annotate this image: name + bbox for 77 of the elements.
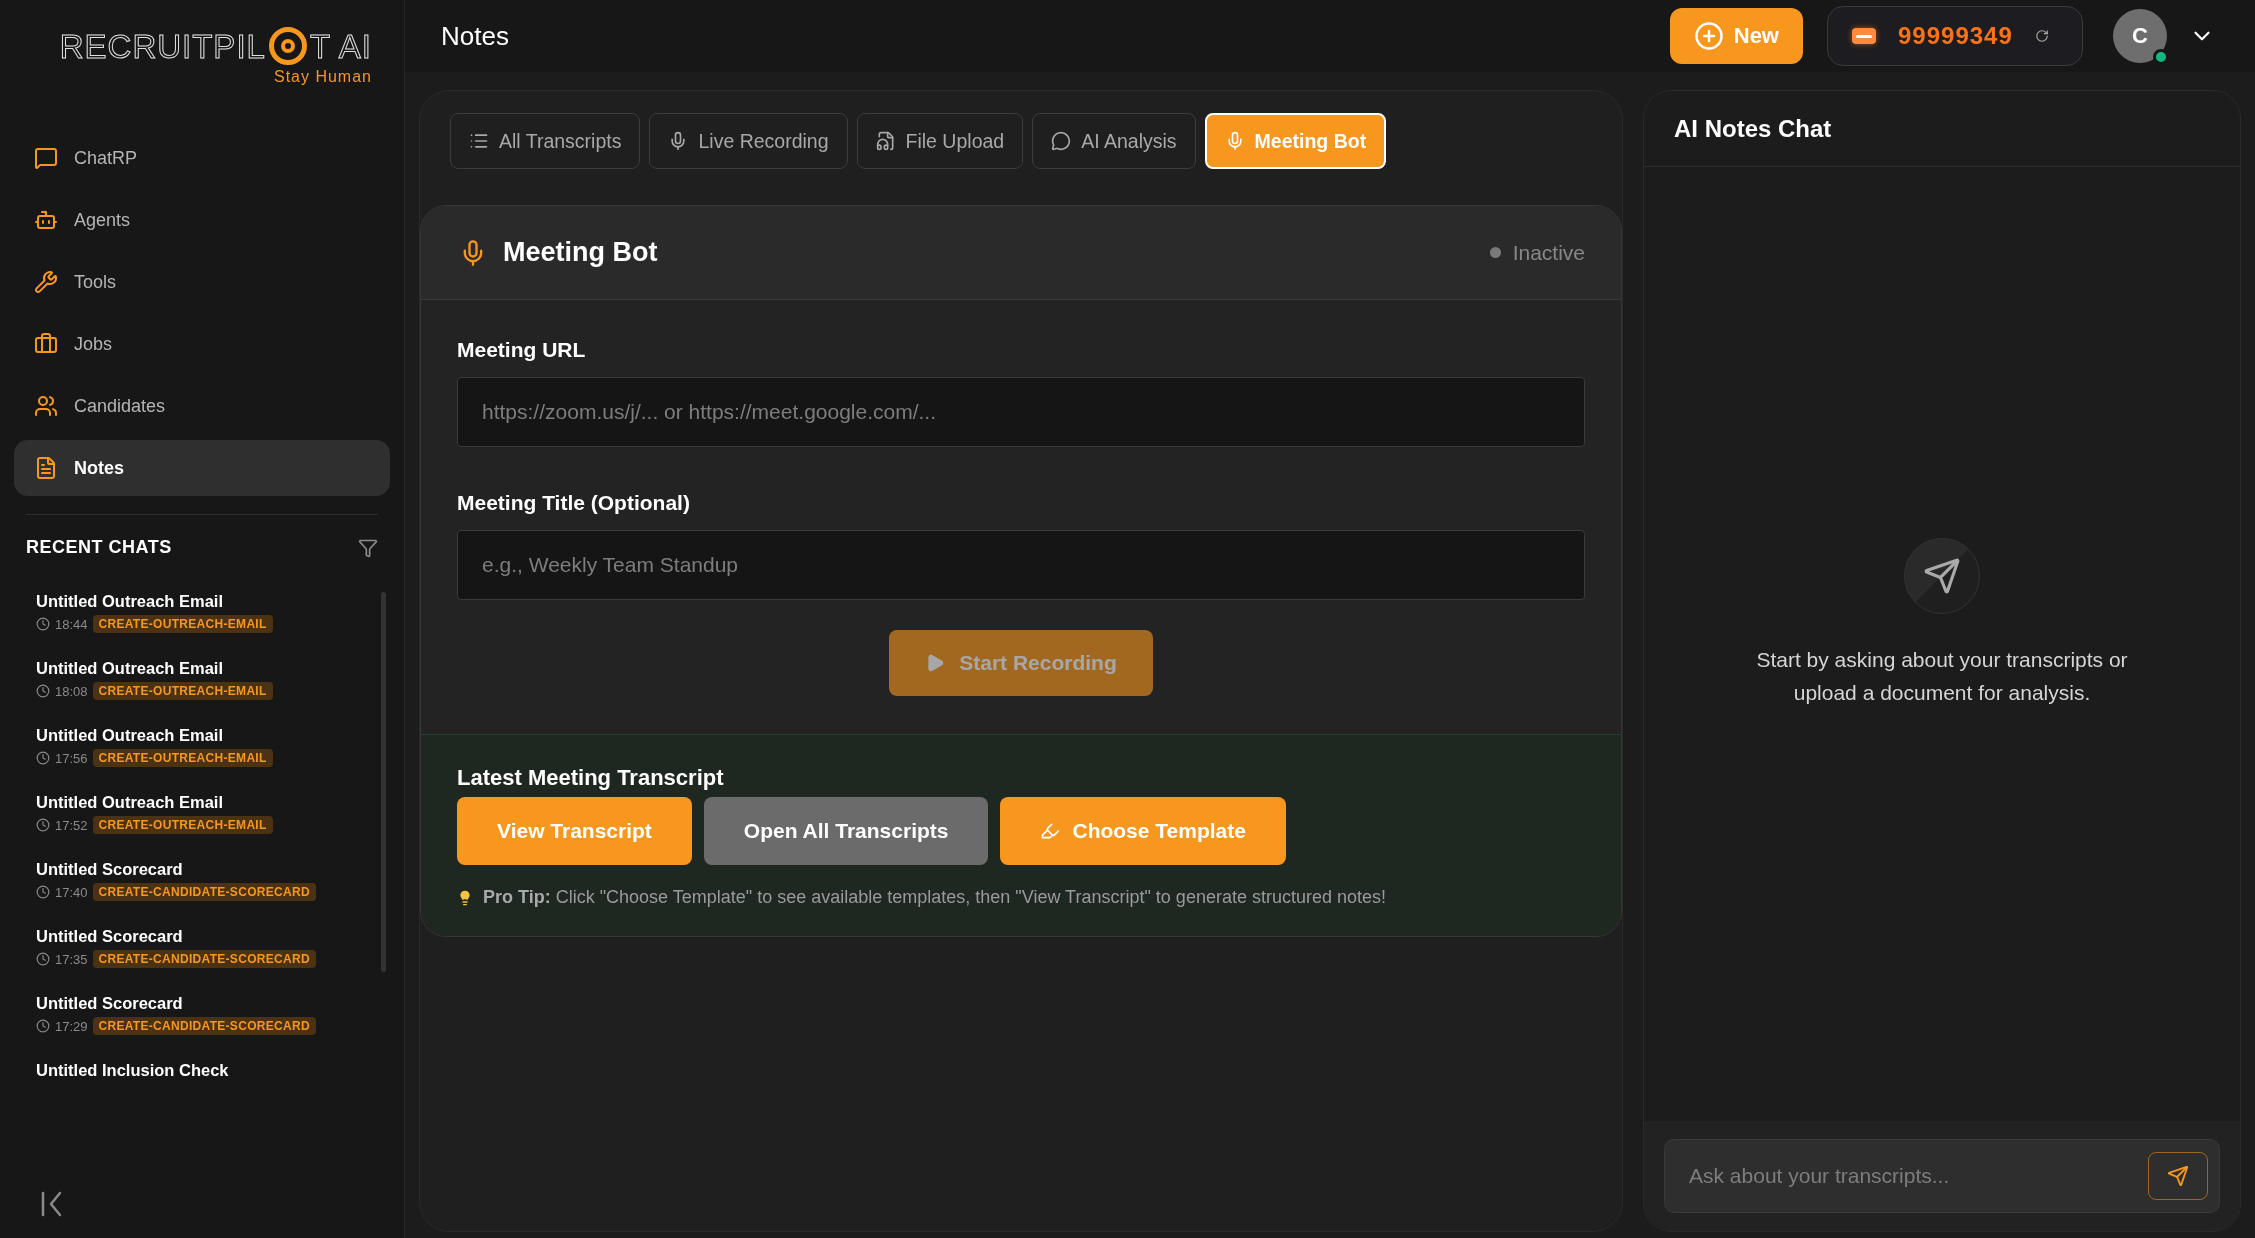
- section-title: Latest Meeting Transcript: [457, 765, 725, 791]
- tab[interactable]: AI Analysis: [1032, 113, 1196, 169]
- input-field[interactable]: https://zoom.us/j/... or https://meet.google.com/...: [457, 377, 1585, 447]
- chat-title[interactable]: Untitled Outreach Email: [36, 793, 368, 812]
- chat-time: 17:35: [55, 951, 88, 967]
- clock-icon: [36, 617, 50, 631]
- nav-item[interactable]: Candidates: [14, 378, 390, 434]
- send-button[interactable]: [2148, 1152, 2208, 1200]
- chat-tag: CREATE-CANDIDATE-SCORECARD: [92, 950, 316, 968]
- tab-icon: [1051, 131, 1072, 151]
- nav-icon: [34, 394, 58, 418]
- nav-item[interactable]: Jobs: [14, 316, 390, 372]
- clock-icon: [36, 751, 50, 765]
- nav-item[interactable]: Tools: [14, 254, 390, 310]
- action-button[interactable]: Open All Transcripts: [703, 797, 989, 865]
- highlighter-icon: [1040, 821, 1061, 841]
- chat-title[interactable]: Untitled Scorecard: [36, 994, 368, 1013]
- tab-icon: [469, 131, 489, 151]
- nav-item[interactable]: Agents: [14, 192, 390, 248]
- input-field[interactable]: e.g., Weekly Team Standup: [457, 530, 1585, 600]
- logo-text: T AI: [309, 29, 372, 63]
- chat-title[interactable]: Untitled Outreach Email: [36, 726, 368, 745]
- clock-icon: [36, 1019, 50, 1033]
- send-icon: [2167, 1165, 2189, 1187]
- chat-tag: CREATE-CANDIDATE-SCORECARD: [92, 883, 316, 901]
- empty-message: Start by asking about your transcripts or upload a document for analysis.: [1755, 647, 2129, 706]
- chat-time: 17:29: [55, 1018, 88, 1034]
- nav-icon: [34, 208, 58, 232]
- nav-icon: [34, 146, 58, 170]
- avatar[interactable]: C: [2113, 9, 2167, 63]
- lightbulb-icon: [457, 889, 473, 906]
- plus-icon: [1693, 21, 1724, 51]
- refresh-icon[interactable]: [2034, 29, 2049, 43]
- clock-icon: [36, 818, 50, 832]
- filter-icon[interactable]: [358, 537, 378, 558]
- nav-item[interactable]: Notes: [14, 440, 390, 496]
- chat-title[interactable]: Untitled Outreach Email: [36, 592, 368, 611]
- chat-title[interactable]: Untitled Scorecard: [36, 927, 368, 946]
- chat-time: 18:08: [55, 683, 88, 699]
- tab[interactable]: File Upload: [856, 113, 1024, 169]
- section-title: RECENT CHATS: [26, 537, 172, 558]
- credit-count: 99999349: [1898, 22, 2013, 50]
- clock-icon: [36, 885, 50, 899]
- nav-icon: [34, 456, 58, 480]
- chat-time: 17:40: [55, 884, 88, 900]
- chat-input[interactable]: Ask about your transcripts...: [1664, 1139, 2220, 1213]
- credit-icon: [1852, 28, 1876, 44]
- page-title: Notes: [441, 20, 510, 52]
- tab-icon: [875, 131, 896, 151]
- chat-tag: CREATE-CANDIDATE-SCORECARD: [92, 1017, 316, 1035]
- chat-tag: CREATE-OUTREACH-EMAIL: [92, 749, 273, 767]
- clock-icon: [36, 952, 50, 966]
- status-text: Inactive: [1512, 240, 1585, 265]
- nav-item[interactable]: ChatRP: [14, 130, 390, 186]
- play-icon: [925, 653, 946, 673]
- chat-title[interactable]: Untitled Scorecard: [36, 860, 368, 879]
- chat-tag: CREATE-OUTREACH-EMAIL: [92, 615, 273, 633]
- nav-icon: [34, 270, 58, 294]
- tab[interactable]: All Transcripts: [450, 113, 641, 169]
- chat-time: 18:44: [55, 616, 88, 632]
- pro-tip-text: Pro Tip: Click "Choose Template" to see available templates, then "View Transcript" to generate structured notes!: [483, 887, 1386, 908]
- clock-icon: [36, 684, 50, 698]
- card-title: Meeting Bot: [503, 237, 659, 268]
- chat-tag: CREATE-OUTREACH-EMAIL: [92, 816, 273, 834]
- chat-tag: CREATE-OUTREACH-EMAIL: [92, 682, 273, 700]
- tab[interactable]: Live Recording: [649, 113, 848, 169]
- nav-icon: [34, 332, 58, 356]
- logo-tagline: Stay Human: [273, 68, 372, 86]
- field-label: Meeting URL: [457, 338, 587, 362]
- chat-time: 17:56: [55, 750, 88, 766]
- target-icon: [267, 26, 308, 66]
- panel-title: AI Notes Chat: [1644, 91, 2240, 167]
- chat-time: 17:52: [55, 817, 88, 833]
- field-label: Meeting Title (Optional): [457, 491, 691, 515]
- chat-title[interactable]: Untitled Inclusion Check: [36, 1061, 368, 1080]
- logo-text: RECRUITPIL: [59, 29, 266, 63]
- chat-title[interactable]: Untitled Outreach Email: [36, 659, 368, 678]
